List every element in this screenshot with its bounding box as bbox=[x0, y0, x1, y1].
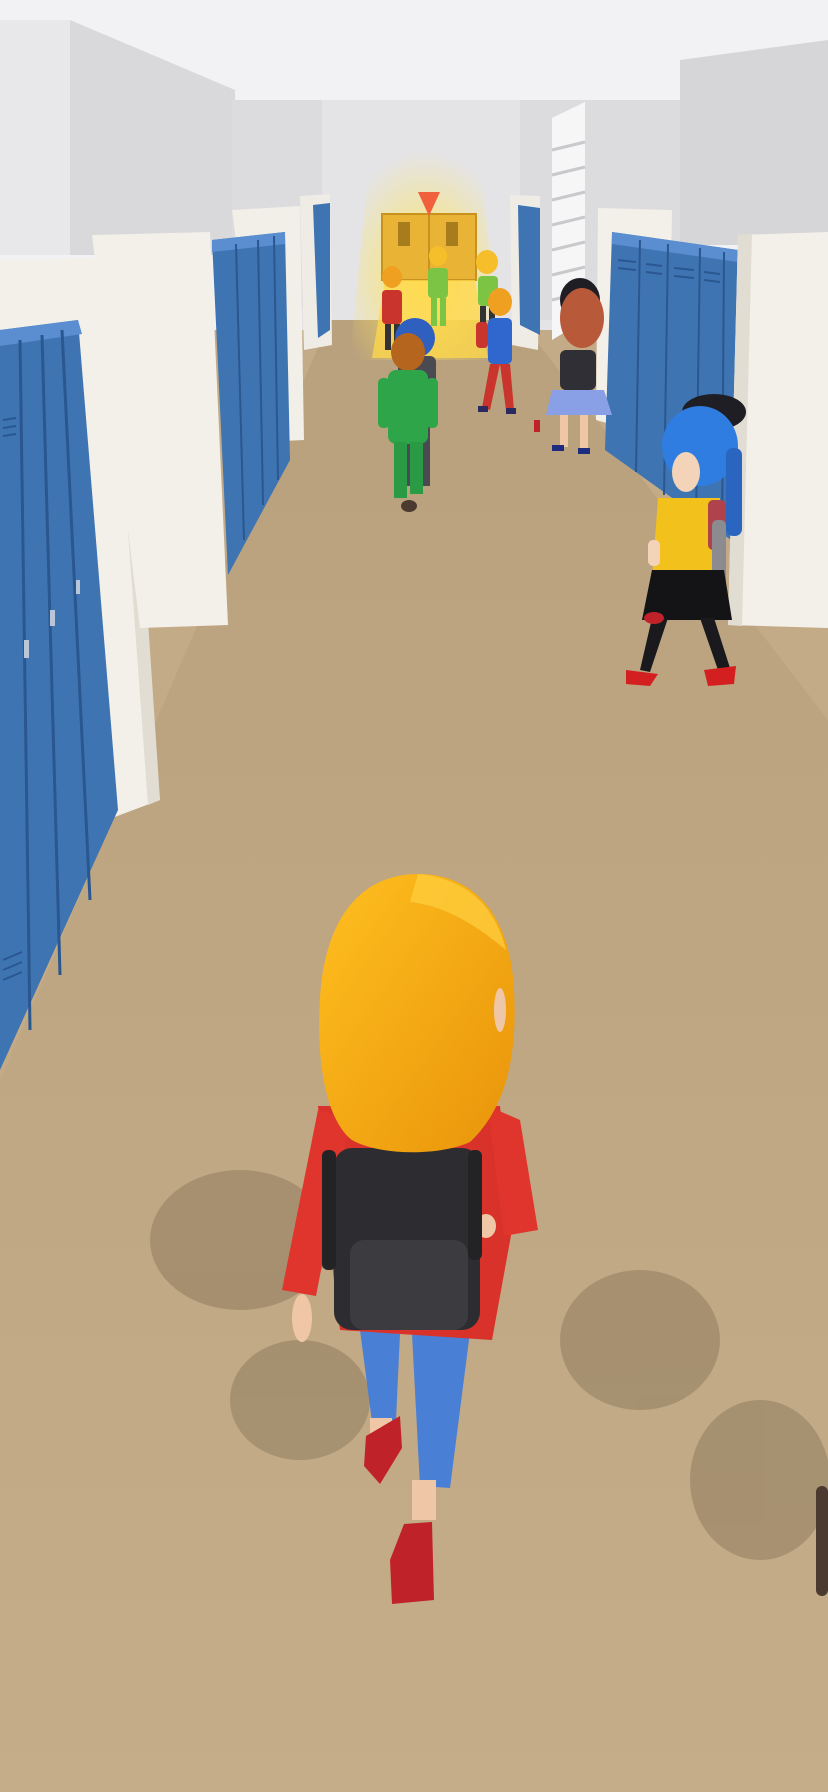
swipe-control-area[interactable] bbox=[0, 0, 828, 1792]
